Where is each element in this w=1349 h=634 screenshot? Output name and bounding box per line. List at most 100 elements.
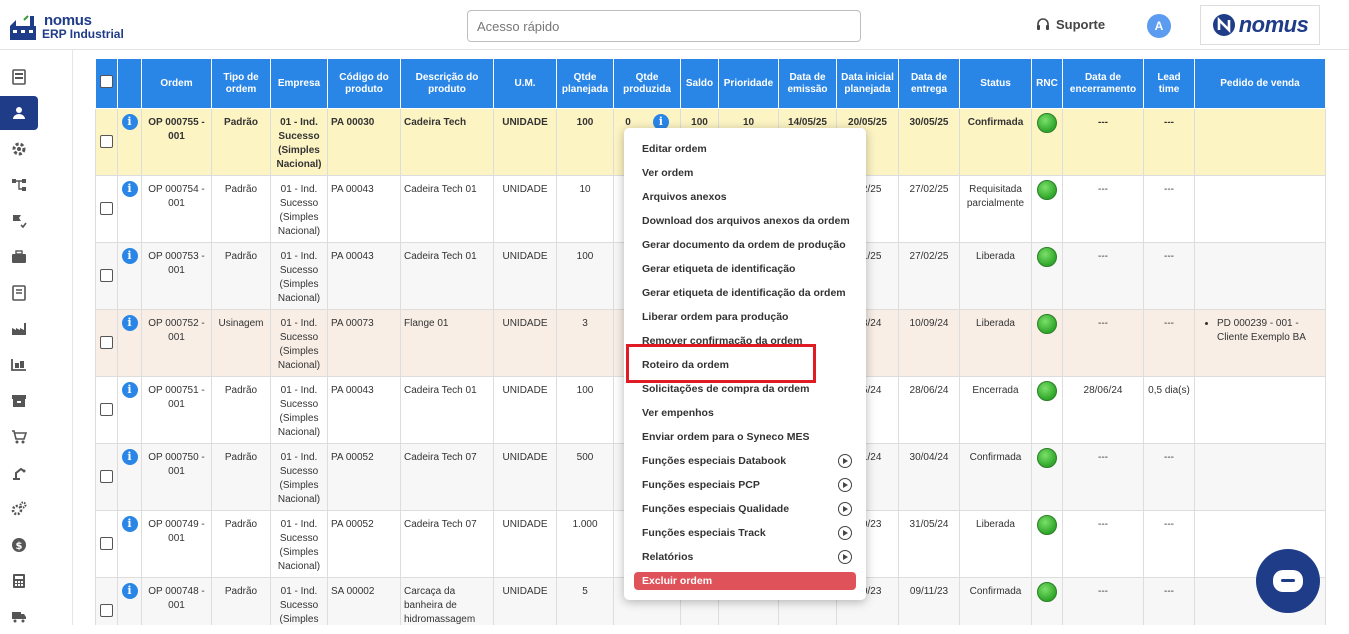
select-all-checkbox[interactable] xyxy=(100,75,113,88)
info-icon[interactable]: i xyxy=(121,248,138,264)
col-header[interactable]: Qtde produzida xyxy=(613,58,681,109)
row-info-cell[interactable]: i xyxy=(117,108,142,176)
info-icon[interactable]: i xyxy=(121,114,138,130)
row-info-cell[interactable]: i xyxy=(117,510,142,578)
menu-item[interactable]: Funções especiais Databook xyxy=(624,449,866,473)
cell-codigo: SA 00002 xyxy=(327,577,401,625)
cart-icon[interactable] xyxy=(0,420,38,454)
col-header[interactable]: Data de entrega xyxy=(898,58,960,109)
menu-item[interactable]: Arquivos anexos xyxy=(624,185,866,209)
briefcase-icon[interactable] xyxy=(0,240,38,274)
col-header[interactable]: Pedido de venda xyxy=(1194,58,1326,109)
menu-item[interactable]: Enviar ordem para o Syneco MES xyxy=(624,425,866,449)
col-header[interactable]: Saldo xyxy=(680,58,719,109)
col-header[interactable]: Ordem xyxy=(141,58,212,109)
row-checkbox[interactable] xyxy=(100,202,113,215)
calculator-icon[interactable] xyxy=(0,564,38,598)
col-header[interactable]: Empresa xyxy=(270,58,328,109)
row-select-cell[interactable] xyxy=(95,443,118,511)
col-header[interactable]: Descrição do produto xyxy=(400,58,494,109)
flag-check-icon[interactable] xyxy=(0,204,38,238)
info-icon[interactable]: i xyxy=(121,181,138,197)
menu-item[interactable]: Editar ordem xyxy=(624,137,866,161)
dollar-icon[interactable]: $ xyxy=(0,528,38,562)
settings-cogs-icon[interactable] xyxy=(0,492,38,526)
select-all-cell[interactable] xyxy=(95,58,118,109)
delete-order-button[interactable]: Excluir ordem xyxy=(634,572,856,590)
menu-item[interactable]: Gerar etiqueta de identificação da ordem xyxy=(624,281,866,305)
robot-arm-icon[interactable] xyxy=(0,456,38,490)
info-icon[interactable]: i xyxy=(121,315,138,331)
support-link[interactable]: Suporte xyxy=(1036,17,1105,32)
archive-icon[interactable] xyxy=(0,384,38,418)
row-select-cell[interactable] xyxy=(95,309,118,377)
row-checkbox[interactable] xyxy=(100,135,113,148)
info-icon[interactable]: i xyxy=(121,449,138,465)
menu-item[interactable]: Relatórios xyxy=(624,545,866,569)
row-checkbox[interactable] xyxy=(100,470,113,483)
cell-lead: --- xyxy=(1143,577,1195,625)
book-icon[interactable] xyxy=(0,276,38,310)
menu-item[interactable]: Liberar ordem para produção xyxy=(624,305,866,329)
menu-item[interactable]: Funções especiais Track xyxy=(624,521,866,545)
quick-access-input[interactable] xyxy=(467,10,861,42)
nomus-erp-logo[interactable]: nomus ERP Industrial xyxy=(8,10,128,44)
submenu-arrow-icon[interactable] xyxy=(838,502,852,516)
row-select-cell[interactable] xyxy=(95,242,118,310)
menu-item[interactable]: Ver ordem xyxy=(624,161,866,185)
row-info-cell[interactable]: i xyxy=(117,242,142,310)
col-header[interactable]: U.M. xyxy=(493,58,557,109)
row-checkbox[interactable] xyxy=(100,604,113,617)
col-header[interactable]: Tipo de ordem xyxy=(211,58,271,109)
row-checkbox[interactable] xyxy=(100,336,113,349)
workflow-icon[interactable] xyxy=(0,168,38,202)
row-select-cell[interactable] xyxy=(95,108,118,176)
truck-icon[interactable] xyxy=(0,600,38,634)
row-select-cell[interactable] xyxy=(95,510,118,578)
row-select-cell[interactable] xyxy=(95,376,118,444)
row-select-cell[interactable] xyxy=(95,577,118,625)
gear-icon[interactable] xyxy=(0,132,38,166)
cell-ordem: OP 000753 - 001 xyxy=(141,242,212,310)
col-header[interactable]: Lead time xyxy=(1143,58,1195,109)
col-header[interactable]: RNC xyxy=(1031,58,1063,109)
info-column-header xyxy=(117,58,142,109)
col-header[interactable]: Data inicial planejada xyxy=(836,58,899,109)
row-info-cell[interactable]: i xyxy=(117,175,142,243)
menu-item[interactable]: Gerar documento da ordem de produção xyxy=(624,233,866,257)
menu-item[interactable]: Funções especiais PCP xyxy=(624,473,866,497)
submenu-arrow-icon[interactable] xyxy=(838,454,852,468)
menu-item[interactable]: Funções especiais Qualidade xyxy=(624,497,866,521)
user-avatar[interactable]: A xyxy=(1147,14,1171,38)
menu-item[interactable]: Download dos arquivos anexos da ordem xyxy=(624,209,866,233)
factory-icon[interactable] xyxy=(0,312,38,346)
cell-lead: --- xyxy=(1143,443,1195,511)
col-header[interactable]: Qtde planejada xyxy=(556,58,614,109)
col-header[interactable]: Data de encerramento xyxy=(1062,58,1144,109)
row-info-cell[interactable]: i xyxy=(117,309,142,377)
sales-order-link[interactable]: PD 000239 - 001 - Cliente Exemplo BA xyxy=(1217,317,1322,345)
submenu-arrow-icon[interactable] xyxy=(838,550,852,564)
submenu-arrow-icon[interactable] xyxy=(838,478,852,492)
row-checkbox[interactable] xyxy=(100,269,113,282)
row-info-cell[interactable]: i xyxy=(117,577,142,625)
col-header[interactable]: Prioridade xyxy=(718,58,779,109)
user-icon[interactable] xyxy=(0,96,38,130)
info-icon[interactable]: i xyxy=(121,516,138,532)
dashboard-icon[interactable] xyxy=(0,60,38,94)
menu-item[interactable]: Ver empenhos xyxy=(624,401,866,425)
menu-item[interactable]: Gerar etiqueta de identificação xyxy=(624,257,866,281)
chat-button[interactable] xyxy=(1256,549,1320,613)
info-icon[interactable]: i xyxy=(121,382,138,398)
col-header[interactable]: Código do produto xyxy=(327,58,401,109)
forklift-icon[interactable] xyxy=(0,348,38,382)
info-icon[interactable]: i xyxy=(121,583,138,599)
row-select-cell[interactable] xyxy=(95,175,118,243)
col-header[interactable]: Status xyxy=(959,58,1032,109)
col-header[interactable]: Data de emissão xyxy=(778,58,837,109)
row-checkbox[interactable] xyxy=(100,403,113,416)
submenu-arrow-icon[interactable] xyxy=(838,526,852,540)
row-info-cell[interactable]: i xyxy=(117,443,142,511)
row-checkbox[interactable] xyxy=(100,537,113,550)
row-info-cell[interactable]: i xyxy=(117,376,142,444)
